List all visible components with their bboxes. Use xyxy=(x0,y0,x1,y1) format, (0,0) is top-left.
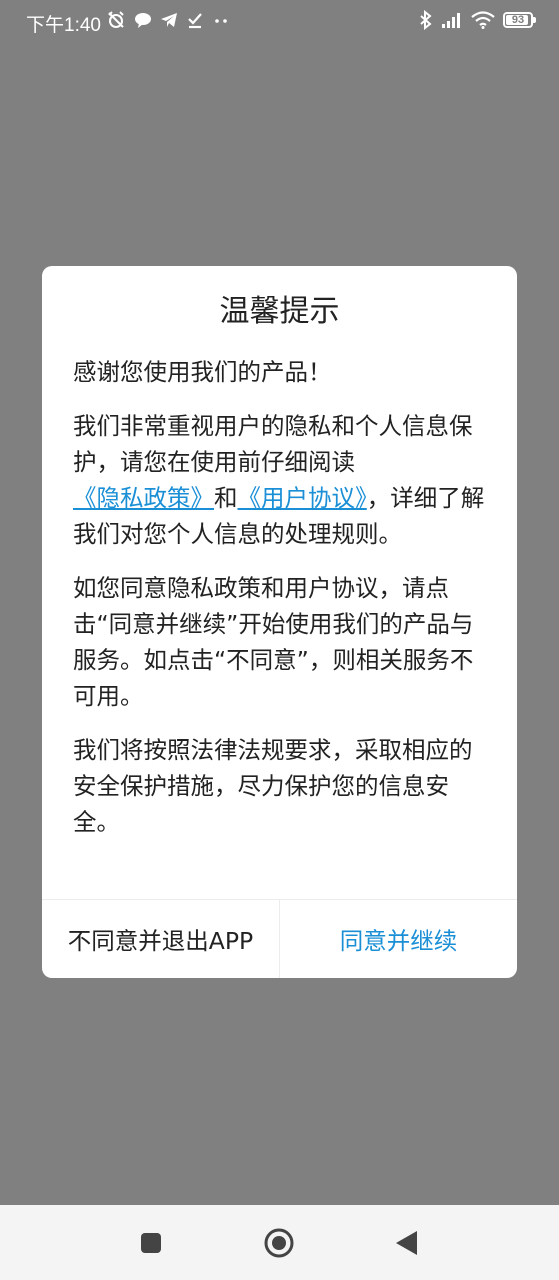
home-icon[interactable] xyxy=(263,1227,295,1259)
decline-exit-button[interactable]: 不同意并退出APP xyxy=(42,900,280,978)
status-left-icons xyxy=(106,10,230,30)
dialog-content: 感谢您使用我们的产品！ 我们非常重视用户的隐私和个人信息保护，请您在使用前仔细阅… xyxy=(73,354,491,858)
privacy-text-before: 我们非常重视用户的隐私和个人信息保护，请您在使用前仔细阅读 xyxy=(73,412,473,476)
bluetooth-icon xyxy=(419,10,433,30)
back-icon[interactable] xyxy=(390,1227,422,1259)
chat-bubble-icon xyxy=(134,11,152,29)
privacy-connector: 和 xyxy=(214,484,238,512)
security-paragraph: 我们将按照法律法规要求，采取相应的安全保护措施，尽力保护您的信息安全。 xyxy=(73,736,473,836)
wifi-icon xyxy=(471,11,495,29)
signal-icon xyxy=(441,11,463,29)
telegram-icon xyxy=(160,11,178,29)
privacy-dialog: 温馨提示 感谢您使用我们的产品！ 我们非常重视用户的隐私和个人信息保护，请您在使… xyxy=(42,266,517,978)
navigation-bar xyxy=(0,1205,559,1280)
muted-alarm-icon xyxy=(106,10,126,30)
privacy-policy-link[interactable]: 《隐私政策》 xyxy=(73,484,214,512)
consent-paragraph: 如您同意隐私政策和用户协议，请点击“同意并继续”开始使用我们的产品与服务。如点击… xyxy=(73,574,474,710)
more-dots-icon xyxy=(212,11,230,29)
greeting-text: 感谢您使用我们的产品！ xyxy=(73,358,332,386)
status-right-icons: 93 xyxy=(419,10,536,30)
dialog-title: 温馨提示 xyxy=(219,294,340,329)
status-bar: 下午1:40 93 xyxy=(0,0,559,42)
battery-icon: 93 xyxy=(503,12,536,28)
battery-level: 93 xyxy=(511,13,525,26)
agree-continue-button[interactable]: 同意并继续 xyxy=(280,900,517,978)
download-done-icon xyxy=(186,11,204,29)
dialog-footer: 不同意并退出APP 同意并继续 xyxy=(42,899,517,978)
user-agreement-link[interactable]: 《用户协议》 xyxy=(238,484,367,512)
status-time: 下午1:40 xyxy=(26,15,101,36)
privacy-paragraph: 我们非常重视用户的隐私和个人信息保护，请您在使用前仔细阅读《隐私政策》和《用户协… xyxy=(73,408,491,552)
recent-apps-icon[interactable] xyxy=(135,1227,167,1259)
